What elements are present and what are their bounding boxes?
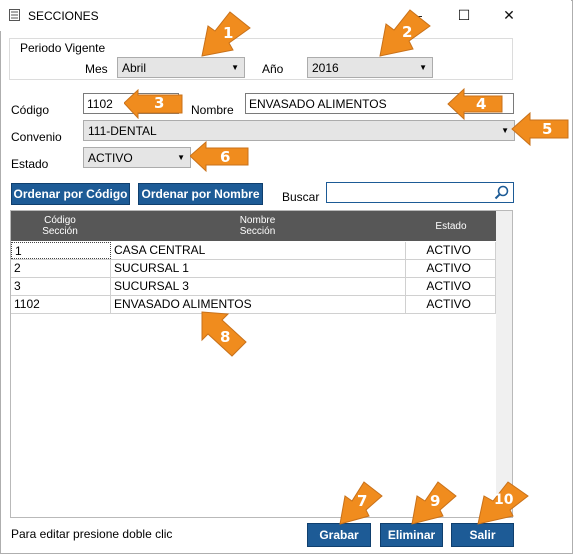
cell-estado: ACTIVO [406,260,496,277]
cell-nombre: ENVASADO ALIMENTOS [111,296,406,313]
cell-estado: ACTIVO [406,278,496,295]
callout-arrow-1: 1 [196,10,254,60]
cell-estado: ACTIVO [406,242,496,259]
callout-number: 7 [357,492,368,510]
mes-label: Mes [85,62,108,76]
callout-arrow-8: 8 [198,308,250,358]
callout-number: 9 [430,492,441,510]
maximize-icon: ☐ [457,6,471,23]
order-by-name-button[interactable]: Ordenar por Nombre [138,183,263,205]
convenio-value: 111-DENTAL [88,124,157,138]
close-icon: ✕ [503,6,515,23]
search-input[interactable] [326,182,514,203]
estado-value: ACTIVO [88,151,133,165]
cell-nombre: CASA CENTRAL [111,242,406,259]
cell-estado: ACTIVO [406,296,496,313]
callout-number: 6 [220,148,231,166]
callout-number: 1 [223,24,234,42]
cell-nombre: SUCURSAL 3 [111,278,406,295]
arrow-icon [447,87,503,121]
table-row[interactable]: 3 SUCURSAL 3 ACTIVO [11,278,496,296]
codigo-label: Código [11,103,50,117]
table-row[interactable]: 1 CASA CENTRAL ACTIVO [11,242,496,260]
search-icon[interactable] [494,185,510,200]
maximize-button[interactable]: ☐ [444,1,484,29]
callout-number: 2 [402,23,413,41]
chevron-down-icon: ▼ [419,63,427,72]
cell-nombre: SUCURSAL 1 [111,260,406,277]
anio-label: Año [262,62,284,76]
close-button[interactable]: ✕ [489,1,529,29]
cell-codigo: 1 [11,242,111,259]
estado-select[interactable]: ACTIVO ▼ [83,147,191,168]
estado-label: Estado [11,157,49,171]
periodo-legend: Periodo Vigente [18,41,108,55]
cell-codigo: 2 [11,260,111,277]
callout-number: 8 [220,328,231,346]
convenio-label: Convenio [11,130,62,144]
edit-hint: Para editar presione doble clic [11,527,173,541]
table-row[interactable]: 1102 ENVASADO ALIMENTOS ACTIVO [11,296,496,314]
callout-arrow-3: 3 [123,88,186,120]
mes-select[interactable]: Abril ▼ [117,57,245,78]
header-estado[interactable]: Estado [406,211,496,241]
header-nombre[interactable]: Nombre Sección [109,211,406,241]
buscar-label: Buscar [282,190,320,204]
delete-button[interactable]: Eliminar [380,523,443,547]
table-row[interactable]: 2 SUCURSAL 1 ACTIVO [11,260,496,278]
callout-number: 3 [154,94,165,112]
nombre-value: ENVASADO ALIMENTOS [249,97,387,111]
header-codigo[interactable]: Código Sección [11,211,109,241]
callout-arrow-10: 10 [474,480,530,526]
grid-header: Código Sección Nombre Sección Estado [11,211,496,241]
nombre-label: Nombre [191,103,234,117]
codigo-value: 1102 [87,97,113,111]
mes-value: Abril [122,61,147,75]
save-button[interactable]: Grabar [307,523,371,547]
anio-value: 2016 [312,61,339,75]
callout-number: 5 [542,120,553,138]
callout-arrow-7: 7 [336,480,384,526]
cell-codigo: 3 [11,278,111,295]
callout-arrow-5: 5 [510,111,570,147]
callout-arrow-9: 9 [408,480,458,526]
window-icon [9,9,20,21]
chevron-down-icon: ▼ [231,63,239,72]
convenio-select[interactable]: 111-DENTAL ▼ [83,120,515,141]
arrow-icon [511,111,569,147]
callout-arrow-6: 6 [189,140,250,173]
grid-scrollbar[interactable] [496,211,512,517]
chevron-down-icon: ▼ [501,126,509,135]
order-by-code-button[interactable]: Ordenar por Código [11,183,130,205]
cell-codigo: 1102 [11,296,111,313]
chevron-down-icon: ▼ [177,153,185,162]
anio-select[interactable]: 2016 ▼ [307,57,433,78]
callout-number: 4 [476,95,487,113]
window-title: SECCIONES [28,9,99,23]
callout-arrow-2: 2 [374,8,434,60]
callout-arrow-4: 4 [446,87,504,121]
callout-number: 10 [494,492,514,508]
exit-button[interactable]: Salir [451,523,514,547]
